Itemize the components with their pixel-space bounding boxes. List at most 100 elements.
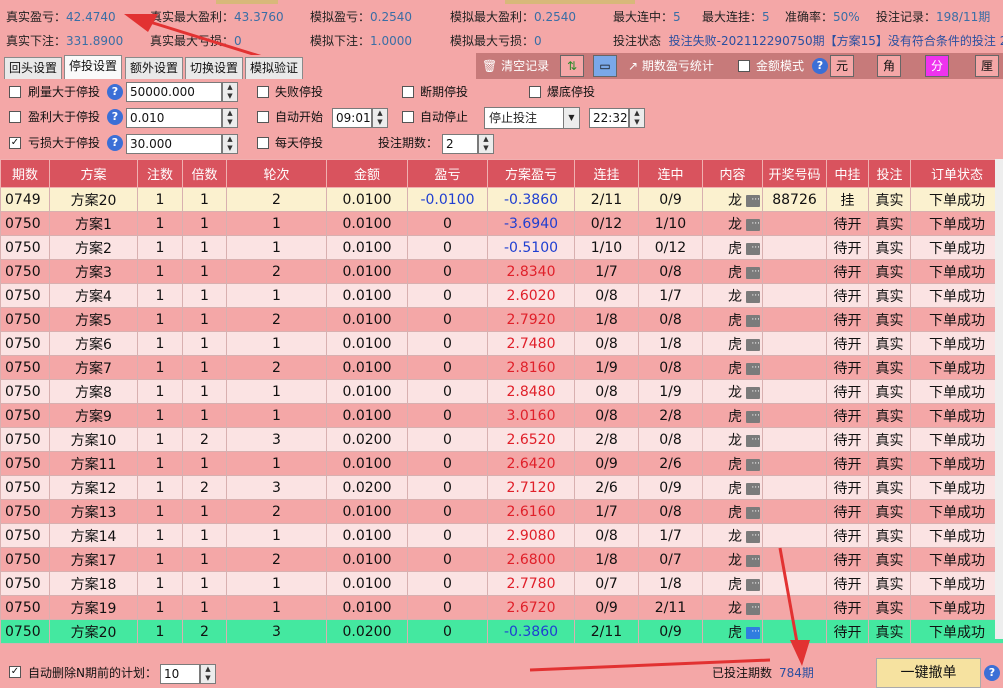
table-row[interactable]: 0750 方案5 1 1 2 0.0100 0 2.7920 1/8 0/8 虎 ··· 待开 真实 下单成… <box>0 307 1003 332</box>
table-row[interactable]: 0750 方案6 1 1 1 0.0100 0 2.7480 0/8 1/8 虎 ··· 待开 真实 下单成… <box>0 331 1003 356</box>
clear-records-button[interactable]: 🗑 清空记录 <box>482 54 549 78</box>
bet-periods-spinner[interactable]: ▲ ▼ <box>478 134 494 154</box>
column-header[interactable]: 订单状态 <box>910 159 1003 188</box>
more-icon[interactable]: ··· <box>746 242 760 255</box>
unit-yuan-button[interactable]: 元 <box>830 55 854 77</box>
table-row[interactable]: 0749 方案20 1 1 2 0.0100 -0.0100 -0.3860 2/11 0/9 龙 ·… <box>0 187 1003 212</box>
table-row[interactable]: 0750 方案7 1 1 2 0.0100 0 2.8160 1/9 0/8 虎 ··· 待开 真实 下单成… <box>0 355 1003 380</box>
amount-mode-checkbox[interactable] <box>738 60 750 72</box>
help-icon[interactable]: ? <box>107 84 123 100</box>
column-header[interactable]: 期数 <box>0 159 50 188</box>
tab-stop-settings[interactable]: 停投设置 <box>64 55 123 79</box>
help-icon[interactable]: ? <box>812 58 828 74</box>
help-icon[interactable]: ? <box>107 135 123 151</box>
auto-start-time[interactable]: 09:01 <box>332 108 372 128</box>
sort-icon[interactable]: ⇅ <box>560 55 584 77</box>
auto-stop-checkbox[interactable] <box>402 111 414 123</box>
table-row[interactable]: 0750 方案13 1 1 2 0.0100 0 2.6160 1/7 0/8 虎 ··· 待开 真实 下单… <box>0 499 1003 524</box>
tab-switch[interactable]: 切换设置 <box>185 57 244 79</box>
table-row[interactable]: 0750 方案4 1 1 1 0.0100 0 2.6020 0/8 1/7 龙 ··· 待开 真实 下单成… <box>0 283 1003 308</box>
more-icon[interactable]: ··· <box>746 410 760 423</box>
table-row[interactable]: 0750 方案12 1 2 3 0.0200 0 2.7120 2/6 0/9 虎 ··· 待开 真实 下单… <box>0 475 1003 500</box>
more-icon[interactable]: ··· <box>746 338 760 351</box>
more-icon[interactable]: ··· <box>746 194 760 207</box>
table-cell: 方案9 <box>49 403 138 428</box>
more-icon[interactable]: ··· <box>746 218 760 231</box>
column-header[interactable]: 方案 <box>49 159 138 188</box>
column-header[interactable]: 方案盈亏 <box>487 159 575 188</box>
auto-start-spinner[interactable]: ▲ ▼ <box>372 108 388 128</box>
column-header[interactable]: 轮次 <box>226 159 327 188</box>
loss-stop-checkbox[interactable]: ✓ <box>9 137 21 149</box>
table-cell: 0.0100 <box>326 547 408 572</box>
more-icon[interactable]: ··· <box>746 266 760 279</box>
more-icon[interactable]: ··· <box>746 362 760 375</box>
bet-periods-input[interactable]: 2 <box>442 134 478 154</box>
column-header[interactable]: 倍数 <box>182 159 227 188</box>
auto-delete-checkbox[interactable]: ✓ <box>9 666 21 678</box>
brush-stop-spinner[interactable]: ▲ ▼ <box>222 82 238 102</box>
profit-stop-spinner[interactable]: ▲ ▼ <box>222 108 238 128</box>
brush-stop-checkbox[interactable] <box>9 86 21 98</box>
unit-jiao-button[interactable]: 角 <box>877 55 901 77</box>
more-icon[interactable]: ··· <box>746 314 760 327</box>
crash-stop-checkbox[interactable] <box>529 86 541 98</box>
table-scrollbar[interactable] <box>995 159 1003 639</box>
table-row[interactable]: 0750 方案1 1 1 1 0.0100 0 -3.6940 0/12 1/10 龙 ··· 待开 真实… <box>0 211 1003 236</box>
brush-stop-input[interactable]: 50000.000 <box>126 82 222 102</box>
more-icon[interactable]: ··· <box>746 458 760 471</box>
column-header[interactable]: 连挂 <box>574 159 639 188</box>
auto-stop-time[interactable]: 22:32 <box>589 108 629 128</box>
column-header[interactable]: 投注 <box>868 159 911 188</box>
auto-stop-mode-select[interactable]: 停止投注 ▼ <box>484 107 580 129</box>
table-cell: 0/8 <box>574 523 639 548</box>
help-icon[interactable]: ? <box>107 109 123 125</box>
cancel-all-button[interactable]: 一键撤单 <box>876 658 981 688</box>
profit-stop-checkbox[interactable] <box>9 111 21 123</box>
table-row[interactable]: 0750 方案3 1 1 2 0.0100 0 2.8340 1/7 0/8 虎 ··· 待开 真实 下单成… <box>0 259 1003 284</box>
table-cell: 方案17 <box>49 547 138 572</box>
tab-turnback[interactable]: 回头设置 <box>4 57 63 79</box>
profit-stop-input[interactable]: 0.010 <box>126 108 222 128</box>
table-row[interactable]: 0750 方案14 1 1 1 0.0100 0 2.9080 0/8 1/7 龙 ··· 待开 真实 下单… <box>0 523 1003 548</box>
table-row[interactable]: 0750 方案8 1 1 1 0.0100 0 2.8480 0/8 1/9 龙 ··· 待开 真实 下单成… <box>0 379 1003 404</box>
column-header[interactable]: 开奖号码 <box>762 159 827 188</box>
more-icon[interactable]: ··· <box>746 290 760 303</box>
column-header[interactable]: 注数 <box>137 159 183 188</box>
table-cell: 0750 <box>0 523 50 548</box>
column-header[interactable]: 连中 <box>638 159 703 188</box>
table-row[interactable]: 0750 方案9 1 1 1 0.0100 0 3.0160 0/8 2/8 虎 ··· 待开 真实 下单成… <box>0 403 1003 428</box>
table-row[interactable]: 0750 方案2 1 1 1 0.0100 0 -0.5100 1/10 0/12 虎 ··· 待开 真实… <box>0 235 1003 260</box>
column-header[interactable]: 中挂 <box>826 159 869 188</box>
table-cell: 方案18 <box>49 571 138 596</box>
more-icon[interactable]: ··· <box>746 506 760 519</box>
loss-stop-spinner[interactable]: ▲ ▼ <box>222 134 238 154</box>
window-icon[interactable]: ▭ <box>593 55 617 77</box>
column-header[interactable]: 内容 <box>702 159 763 188</box>
more-icon[interactable]: ··· <box>746 386 760 399</box>
more-icon[interactable]: ··· <box>746 482 760 495</box>
table-cell: 方案13 <box>49 499 138 524</box>
table-row[interactable]: 0750 方案10 1 2 3 0.0200 0 2.6520 2/8 0/8 龙 ··· 待开 真实 下单… <box>0 427 1003 452</box>
table-cell: 1 <box>182 571 227 596</box>
tab-extra[interactable]: 额外设置 <box>125 57 184 79</box>
auto-start-checkbox[interactable] <box>257 111 269 123</box>
fail-stop-checkbox[interactable] <box>257 86 269 98</box>
daily-stop-checkbox[interactable] <box>257 137 269 149</box>
auto-delete-input[interactable]: 10 <box>160 664 200 684</box>
loss-stop-input[interactable]: 30.000 <box>126 134 222 154</box>
more-icon[interactable]: ··· <box>746 530 760 543</box>
table-row[interactable]: 0750 方案11 1 1 1 0.0100 0 2.6420 0/9 2/6 虎 ··· 待开 真实 下单… <box>0 451 1003 476</box>
table-cell: 0.0200 <box>326 427 408 452</box>
tab-simulation[interactable]: 模拟验证 <box>245 57 304 79</box>
auto-delete-spinner[interactable]: ▲ ▼ <box>200 664 216 684</box>
unit-fen-button[interactable]: 分 <box>925 55 949 77</box>
unit-li-button[interactable]: 厘 <box>975 55 999 77</box>
help-icon[interactable]: ? <box>984 665 1000 681</box>
period-stats-button[interactable]: ↗ 期数盈亏统计 <box>628 54 714 78</box>
more-icon[interactable]: ··· <box>746 434 760 447</box>
auto-stop-spinner[interactable]: ▲ ▼ <box>629 108 645 128</box>
break-stop-checkbox[interactable] <box>402 86 414 98</box>
column-header[interactable]: 金额 <box>326 159 408 188</box>
column-header[interactable]: 盈亏 <box>407 159 488 188</box>
